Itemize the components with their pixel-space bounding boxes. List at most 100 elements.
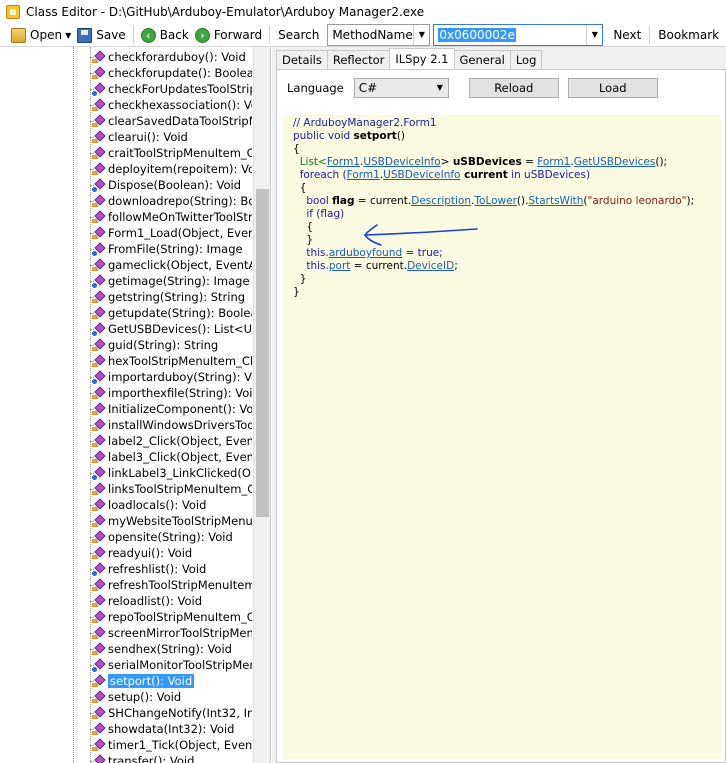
tree-item-method[interactable]: clearui(): Void (90, 129, 252, 145)
tree-item-method[interactable]: refreshToolStripMenuItem_C (90, 577, 252, 593)
tree-item-method[interactable]: checkforupdate(): Boolean (90, 65, 252, 81)
tree-item-method[interactable]: label2_Click(Object, EventA (90, 433, 252, 449)
method-icon (92, 609, 106, 624)
tab-strip: Details Reflector ILSpy 2.1 General Log (276, 48, 543, 70)
code-line: // ArduboyManager2.Form1 (293, 117, 437, 129)
method-icon (92, 737, 106, 752)
tree-item-method[interactable]: getimage(String): Image (90, 273, 252, 289)
tree-item-method[interactable]: linksToolStripMenuItem_Clic (90, 481, 252, 497)
code-line: } (306, 234, 314, 246)
tree-item-label: guid(String): String (108, 338, 219, 352)
back-button[interactable]: ‹ Back (138, 25, 192, 46)
tree-item-method[interactable]: importarduboy(String): Void (90, 369, 252, 385)
code-line: if (flag) (306, 208, 345, 220)
tree-item-method[interactable]: getupdate(String): Boolean (90, 305, 252, 321)
tree-item-method[interactable]: clearSavedDataToolStripMe (90, 113, 252, 129)
chevron-down-icon: ▼ (413, 25, 429, 45)
app-icon (6, 5, 20, 19)
tree-guide-line (90, 47, 91, 763)
method-icon (92, 465, 106, 480)
tree-item-method[interactable]: setport(): Void (90, 673, 252, 689)
tree-item-method[interactable]: FromFile(String): Image (90, 241, 252, 257)
tree-item-method[interactable]: SHChangeNotify(Int32, Int3 (90, 705, 252, 721)
tree-item-method[interactable]: getstring(String): String (90, 289, 252, 305)
method-icon (92, 289, 106, 304)
tree-item-method[interactable]: linkLabel3_LinkClicked(Objec (90, 465, 252, 481)
tree-item-method[interactable]: checkforarduboy(): Void (90, 49, 252, 65)
tree-item-label: reloadlist(): Void (108, 594, 203, 608)
tab-log[interactable]: Log (509, 50, 543, 69)
bookmark-button[interactable]: Bookmark (654, 28, 723, 42)
chevron-down-icon: ▼ (586, 25, 602, 45)
tree-item-method[interactable]: importhexfile(String): Void (90, 385, 252, 401)
language-label: Language (287, 81, 344, 95)
tree-item-method[interactable]: InitializeComponent(): Void (90, 401, 252, 417)
tree-item-method[interactable]: serialMonitorToolStripMenuI (90, 657, 252, 673)
next-button[interactable]: Next (609, 28, 645, 42)
tree-item-label: sendhex(String): Void (108, 642, 232, 656)
tree-item-method[interactable]: GetUSBDevices(): List<USBI (90, 321, 252, 337)
tree-item-method[interactable]: myWebsiteToolStripMenuIte (90, 513, 252, 529)
tree-item-method[interactable]: label3_Click(Object, EventA (90, 449, 252, 465)
open-button[interactable]: Open ▼ (8, 25, 74, 46)
method-icon (92, 353, 106, 368)
language-select[interactable]: C# ▼ (353, 78, 449, 98)
search-input[interactable]: 0x0600002e ▼ (433, 24, 604, 46)
tab-reflector[interactable]: Reflector (326, 50, 391, 69)
method-icon (92, 481, 106, 496)
tree-item-method[interactable]: readyui(): Void (90, 545, 252, 561)
tree-item-method[interactable]: setup(): Void (90, 689, 252, 705)
code-view[interactable]: // ArduboyManager2.Form1 public void set… (283, 115, 721, 759)
tree-item-method[interactable]: checkForUpdatesToolStripM (90, 81, 252, 97)
reload-button[interactable]: Reload (468, 78, 559, 98)
tree-item-method[interactable]: checkhexassociation(): Void (90, 97, 252, 113)
tree-item-method[interactable]: reloadlist(): Void (90, 593, 252, 609)
tree-item-method[interactable]: showdata(Int32): Void (90, 721, 252, 737)
tab-ilspy-2-1[interactable]: ILSpy 2.1 (389, 48, 455, 69)
tree-item-method[interactable]: followMeOnTwitterToolStrip (90, 209, 252, 225)
method-icon (92, 401, 106, 416)
tree-item-method[interactable]: downloadrepo(String): Boole (90, 193, 252, 209)
method-icon (92, 321, 106, 336)
chevron-down-icon: ▼ (65, 30, 72, 40)
search-mode-select[interactable]: MethodName ▼ (327, 24, 431, 46)
code-line: { (293, 143, 300, 155)
tab-details[interactable]: Details (276, 50, 328, 69)
method-icon (92, 241, 106, 256)
tab-general[interactable]: General (453, 50, 511, 69)
tree-item-method[interactable]: deployitem(repoitem): Void (90, 161, 252, 177)
toolbar-separator (649, 26, 651, 44)
forward-button[interactable]: › Forward (192, 25, 265, 46)
tree-item-label: getupdate(String): Boolean (108, 306, 252, 320)
method-icon (92, 593, 106, 608)
tree-scrollbar[interactable] (253, 47, 270, 763)
tree-item-method[interactable]: craitToolStripMenuItem_Clic (90, 145, 252, 161)
tree-item-label: deployitem(repoitem): Void (108, 162, 252, 176)
method-icon (92, 97, 106, 112)
tree-item-label: refreshlist(): Void (108, 562, 207, 576)
scrollbar-thumb[interactable] (256, 189, 269, 517)
tree-item-method[interactable]: gameclick(Object, EventArg (90, 257, 252, 273)
load-button[interactable]: Load (567, 78, 658, 98)
method-icon (92, 561, 106, 576)
tree-item-method[interactable]: loadlocals(): Void (90, 497, 252, 513)
tree-item-label: linksToolStripMenuItem_Clic (108, 482, 252, 496)
tree-item-method[interactable]: hexToolStripMenuItem_Click (90, 353, 252, 369)
tree-item-method[interactable]: guid(String): String (90, 337, 252, 353)
method-tree[interactable]: checkforarduboy(): Void checkforupdate():… (0, 47, 271, 763)
method-icon (92, 49, 106, 64)
method-icon (92, 689, 106, 704)
tree-item-method[interactable]: Form1_Load(Object, Event (90, 225, 252, 241)
tree-item-method[interactable]: Dispose(Boolean): Void (90, 177, 252, 193)
tree-item-method[interactable]: screenMirrorToolStripMenuI (90, 625, 252, 641)
tree-item-method[interactable]: sendhex(String): Void (90, 641, 252, 657)
tree-item-method[interactable]: installWindowsDriversToolSt (90, 417, 252, 433)
tree-item-method[interactable]: transfer(): Void (90, 753, 252, 763)
method-icon (92, 753, 106, 763)
save-button[interactable]: Save (74, 25, 128, 46)
folder-icon (11, 27, 26, 43)
tree-item-method[interactable]: opensite(String): Void (90, 529, 252, 545)
tree-item-method[interactable]: timer1_Tick(Object, EventA (90, 737, 252, 753)
tree-item-method[interactable]: repoToolStripMenuItem_Clic (90, 609, 252, 625)
tree-item-method[interactable]: refreshlist(): Void (90, 561, 252, 577)
